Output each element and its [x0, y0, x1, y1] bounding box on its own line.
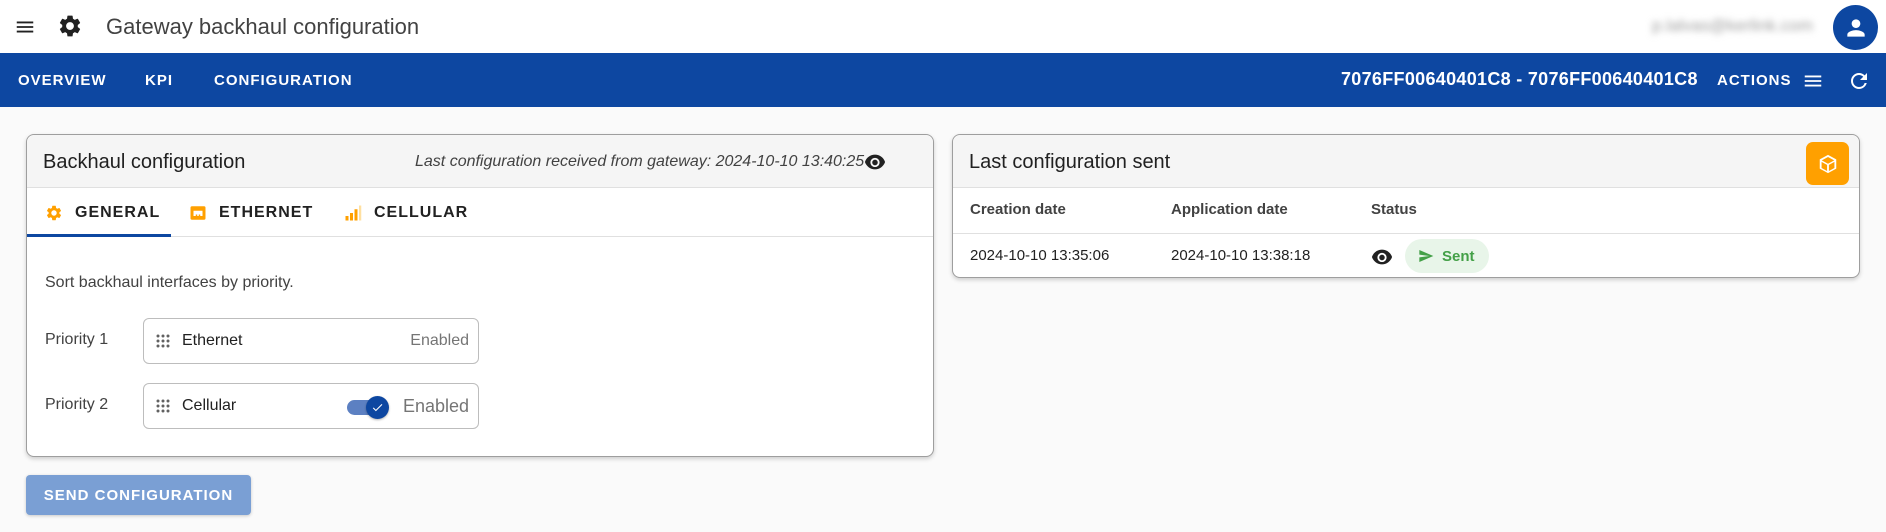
tab-ethernet[interactable]: ETHERNET [189, 188, 313, 237]
active-tab-indicator [27, 234, 171, 237]
priority-status: Enabled [402, 396, 469, 416]
tab-overview[interactable]: OVERVIEW [18, 72, 107, 89]
priority-name: Cellular [182, 397, 237, 414]
ethernet-icon [190, 205, 206, 220]
backhaul-config-card: Backhaul configuration Last configuratio… [26, 134, 934, 457]
user-email: p.lalvas@kerlink.com [1652, 16, 1813, 35]
menu-icon[interactable] [14, 16, 36, 38]
tab-general[interactable]: GENERAL [45, 188, 160, 237]
column-header-status: Status [1371, 201, 1417, 218]
nav-bar: OVERVIEW KPI CONFIGURATION 7076FF0064040… [0, 53, 1886, 107]
priority-item-ethernet[interactable]: Ethernet Enabled [143, 318, 479, 364]
toggle-knob [366, 396, 389, 419]
gear-icon [46, 205, 62, 220]
gateway-id: 7076FF00640401C8 - 7076FF00640401C8 [1341, 69, 1698, 89]
column-header-application-date: Application date [1171, 201, 1288, 218]
card-title: Backhaul configuration [43, 151, 246, 173]
table-divider [953, 233, 1859, 234]
avatar[interactable] [1833, 5, 1878, 50]
cube-button[interactable] [1806, 142, 1849, 185]
last-received-text: Last configuration received from gateway… [415, 153, 865, 170]
eye-icon[interactable] [864, 153, 886, 171]
config-tabs: GENERAL ETHERNET CELLULAR [27, 188, 933, 237]
tab-label: CELLULAR [374, 203, 469, 221]
card-header: Last configuration sent [953, 135, 1859, 188]
refresh-icon[interactable] [1847, 69, 1871, 93]
actions-menu-button[interactable]: ACTIONS [1717, 72, 1792, 89]
tab-configuration[interactable]: CONFIGURATION [214, 72, 353, 89]
column-header-creation-date: Creation date [970, 201, 1066, 218]
priority-label: Priority 1 [45, 331, 109, 348]
eye-icon[interactable] [1371, 248, 1393, 266]
card-header: Backhaul configuration Last configuratio… [27, 135, 933, 188]
last-config-sent-card: Last configuration sent Creation date Ap… [952, 134, 1860, 278]
top-app-bar: Gateway backhaul configuration p.lalvas@… [0, 0, 1886, 53]
drag-handle-icon[interactable] [156, 399, 170, 413]
sort-description: Sort backhaul interfaces by priority. [45, 274, 294, 291]
priority-item-cellular[interactable]: Cellular Enabled [143, 383, 479, 429]
gear-icon [59, 15, 81, 37]
cell-application-date: 2024-10-10 13:38:18 [1171, 247, 1311, 264]
send-icon [1419, 250, 1434, 262]
send-configuration-button[interactable]: SEND CONFIGURATION [26, 475, 251, 515]
cube-icon [1819, 154, 1836, 173]
check-icon [372, 404, 383, 412]
card-title: Last configuration sent [969, 151, 1171, 173]
tab-cellular[interactable]: CELLULAR [344, 188, 468, 237]
menu-icon[interactable] [1802, 70, 1824, 92]
tab-kpi[interactable]: KPI [145, 72, 173, 89]
status-text: Sent [1442, 247, 1475, 265]
cellular-enable-toggle[interactable] [347, 396, 389, 419]
page-title: Gateway backhaul configuration [106, 14, 420, 39]
tab-label: GENERAL [75, 203, 161, 221]
priority-status: Enabled [410, 332, 469, 349]
priority-name: Ethernet [182, 332, 243, 349]
drag-handle-icon[interactable] [156, 334, 170, 348]
tab-label: ETHERNET [219, 203, 314, 221]
priority-label: Priority 2 [45, 396, 109, 413]
person-icon [1846, 18, 1865, 37]
status-badge: Sent [1405, 239, 1489, 273]
signal-icon [345, 205, 362, 220]
cell-creation-date: 2024-10-10 13:35:06 [970, 247, 1110, 264]
